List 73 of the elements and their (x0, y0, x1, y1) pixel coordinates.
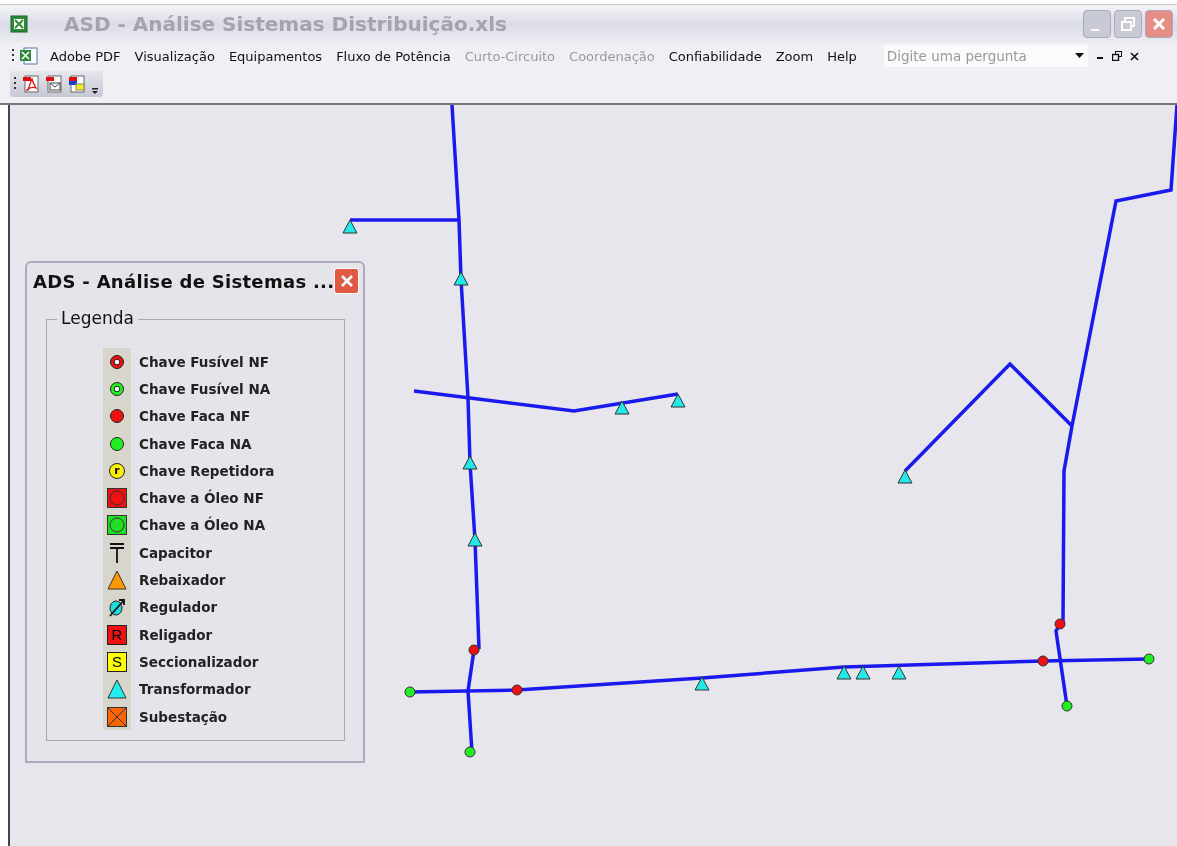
legend-label: Transformador (139, 681, 251, 698)
spreadsheet-icon[interactable] (19, 46, 39, 66)
dot-icon (109, 435, 125, 452)
legend-label: Chave a Óleo NF (139, 490, 264, 507)
transformer-symbol[interactable] (614, 400, 630, 415)
overflow-icon[interactable] (91, 87, 99, 95)
close-icon (1151, 16, 1167, 32)
transformer-symbol[interactable] (467, 532, 483, 547)
menu-item[interactable]: Fluxo de Potência (329, 48, 458, 64)
question-field[interactable]: Digite uma pergunta (883, 45, 1088, 67)
switch-symbol[interactable] (464, 746, 476, 758)
legend-label: Chave Repetidora (139, 462, 275, 479)
transformer-symbol[interactable] (855, 665, 871, 680)
window-title: ASD - Análise Sistemas Distribuição.xls (64, 12, 507, 36)
menu-item[interactable]: Visualização (127, 48, 222, 64)
letter-square-icon: R (107, 624, 127, 645)
transformer-symbol[interactable] (453, 271, 469, 286)
transformer-symbol[interactable] (897, 469, 913, 484)
legend-label: Chave Fusível NF (139, 353, 269, 370)
minimize-icon (1091, 29, 1099, 31)
pdf-comment-icon[interactable] (68, 75, 86, 93)
transformer-symbol[interactable] (836, 665, 852, 680)
legend-label: Rebaixador (139, 572, 226, 588)
group-title: Legenda (57, 308, 138, 328)
transformer-symbol[interactable] (694, 676, 710, 691)
circle-square-icon (107, 488, 127, 509)
transformer-symbol[interactable] (891, 665, 907, 680)
crossed-square-icon (107, 706, 127, 727)
restore-icon (1120, 16, 1136, 32)
capacitor-icon (109, 542, 125, 563)
regulator-icon (107, 597, 127, 618)
transformer-symbol[interactable] (462, 455, 478, 470)
legend-label: Religador (139, 626, 213, 643)
switch-symbol[interactable] (468, 644, 480, 656)
dot-icon (109, 408, 125, 425)
close-icon[interactable] (1129, 51, 1139, 61)
close-icon (339, 274, 354, 288)
letter-square-icon: S (107, 651, 127, 672)
switch-symbol[interactable] (1061, 700, 1073, 712)
legend-label: Chave Fusível NA (139, 380, 271, 397)
menu-item[interactable]: Zoom (768, 48, 821, 64)
menu-item[interactable]: Confiabilidade (661, 48, 769, 64)
pdf-mail-icon[interactable] (45, 75, 63, 93)
switch-symbol[interactable] (1143, 653, 1155, 665)
triangle-icon (107, 570, 127, 590)
switch-symbol[interactable] (1054, 618, 1066, 630)
legend-label: Capacitor (139, 544, 212, 561)
grip-icon (12, 48, 15, 64)
ring-icon (109, 353, 125, 370)
dropdown-caret-icon (1074, 53, 1084, 59)
switch-symbol[interactable] (511, 684, 523, 696)
transformer-symbol[interactable] (342, 219, 358, 234)
grip-icon (14, 76, 17, 92)
pdf-icon[interactable] (22, 75, 40, 93)
legend-label: Chave a Óleo NA (139, 517, 266, 534)
legend-label: Regulador (139, 599, 218, 616)
menu-item[interactable]: Adobe PDF (43, 48, 128, 64)
switch-symbol[interactable] (1037, 655, 1049, 667)
restore-icon[interactable] (1111, 51, 1122, 61)
ring-icon (109, 380, 125, 397)
circle-square-icon (107, 515, 127, 536)
dialog-title: ADS - Análise de Sistemas ... (33, 270, 335, 292)
menu-item[interactable]: Equipamentos (221, 48, 330, 64)
legend-label: Seccionalizador (139, 653, 259, 670)
legend-label: Chave Faca NF (139, 408, 251, 425)
legend-label: Subestação (139, 708, 228, 725)
menu-item[interactable]: Help (820, 48, 864, 64)
letter-circle-icon: r (109, 462, 125, 479)
transformer-symbol[interactable] (670, 393, 686, 408)
switch-symbol[interactable] (404, 686, 416, 698)
legend-label: Chave Faca NA (139, 435, 252, 452)
triangle-icon (107, 679, 127, 700)
spreadsheet-icon (10, 15, 28, 33)
